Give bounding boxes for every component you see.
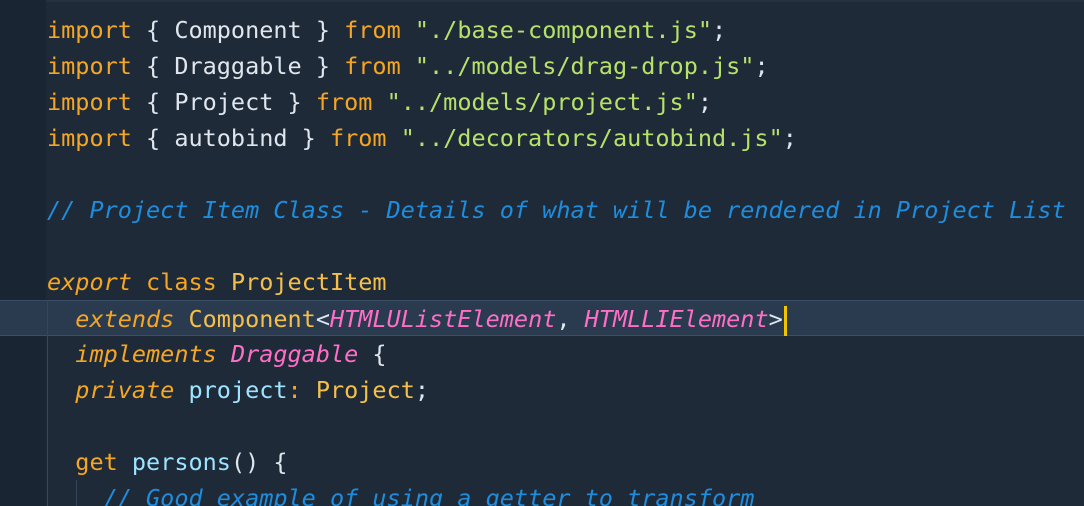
- code-token: { Draggable }: [131, 52, 345, 80]
- code-token: () {: [230, 448, 288, 476]
- code-line-text: implements Draggable {: [47, 336, 387, 372]
- code-token: Draggable: [230, 340, 359, 368]
- code-token: project: [188, 376, 288, 404]
- code-token: ;: [782, 124, 797, 152]
- code-token: // Good example of using a getter to tra…: [103, 484, 755, 506]
- code-line-text: // Good example of using a getter to tra…: [47, 480, 755, 506]
- code-token: >: [768, 305, 783, 333]
- code-token: "../decorators/autobind.js": [400, 124, 783, 152]
- code-token: HTMLUListElement: [330, 305, 557, 333]
- code-token: ;: [712, 16, 727, 44]
- code-token: from: [329, 124, 387, 152]
- tab-strip: [0, 0, 1084, 2]
- code-line-text: // Project Item Class - Details of what …: [47, 192, 1066, 228]
- code-line[interactable]: get persons() {: [0, 444, 1084, 480]
- code-line[interactable]: export class ProjectItem: [0, 264, 1084, 300]
- code-token: persons: [131, 448, 231, 476]
- code-line[interactable]: private project: Project;: [0, 372, 1084, 408]
- code-token: ;: [697, 88, 712, 116]
- code-line-text: import { Draggable } from "../models/dra…: [47, 48, 769, 84]
- code-line[interactable]: import { Draggable } from "../models/dra…: [0, 48, 1084, 84]
- code-token: private: [75, 376, 175, 404]
- code-token: HTMLLIElement: [584, 305, 769, 333]
- code-line-text: import { autobind } from "../decorators/…: [47, 120, 797, 156]
- code-token: export: [47, 268, 132, 296]
- code-token: { Component }: [131, 16, 345, 44]
- code-token: "../models/drag-drop.js": [414, 52, 755, 80]
- code-line[interactable]: import { autobind } from "../decorators/…: [0, 120, 1084, 156]
- code-line[interactable]: [0, 156, 1084, 192]
- code-line[interactable]: // Project Item Class - Details of what …: [0, 192, 1084, 228]
- code-token: <: [315, 305, 330, 333]
- code-token: { Project }: [131, 88, 316, 116]
- code-line[interactable]: import { Project } from "../models/proje…: [0, 84, 1084, 120]
- code-token: implements: [75, 340, 217, 368]
- code-token: from: [344, 16, 401, 44]
- code-token: import: [47, 52, 132, 80]
- code-token: import: [47, 124, 132, 152]
- code-line-text: import { Project } from "../models/proje…: [47, 84, 712, 120]
- code-line[interactable]: import { Component } from "./base-compon…: [0, 12, 1084, 48]
- code-token: "../models/project.js": [386, 88, 698, 116]
- code-token: ;: [754, 52, 769, 80]
- code-token: class: [146, 268, 217, 296]
- code-line-active[interactable]: extends Component<HTMLUListElement, HTML…: [0, 300, 1084, 336]
- code-token: { autobind }: [131, 124, 330, 152]
- code-token: get: [75, 448, 118, 476]
- code-token: ,: [556, 305, 585, 333]
- indent-guide: [47, 300, 48, 506]
- code-token: {: [358, 340, 387, 368]
- code-token: extends: [75, 305, 175, 333]
- code-token: import: [47, 88, 132, 116]
- code-token: from: [344, 52, 401, 80]
- text-cursor: [783, 305, 787, 336]
- code-token: ;: [414, 376, 430, 404]
- code-editor[interactable]: import { Component } from "./base-compon…: [0, 0, 1084, 506]
- code-line[interactable]: [0, 228, 1084, 264]
- code-token: :: [287, 376, 316, 404]
- code-line-text: private project: Project;: [47, 372, 429, 408]
- code-line-text: import { Component } from "./base-compon…: [47, 12, 726, 48]
- code-line-text: export class ProjectItem: [47, 264, 387, 300]
- code-token: from: [315, 88, 373, 116]
- code-line[interactable]: [0, 408, 1084, 444]
- code-line[interactable]: implements Draggable {: [0, 336, 1084, 372]
- code-token: ProjectItem: [230, 268, 387, 296]
- code-token: Project: [315, 376, 415, 404]
- code-token: // Project Item Class - Details of what …: [47, 196, 1066, 224]
- code-line-text: extends Component<HTMLUListElement, HTML…: [47, 301, 787, 337]
- code-token: "./base-component.js": [414, 16, 712, 44]
- code-token: import: [47, 16, 132, 44]
- code-line-text: get persons() {: [47, 444, 288, 480]
- indent-guide: [76, 480, 77, 506]
- code-line[interactable]: // Good example of using a getter to tra…: [0, 480, 1084, 506]
- code-token: Component: [188, 305, 316, 333]
